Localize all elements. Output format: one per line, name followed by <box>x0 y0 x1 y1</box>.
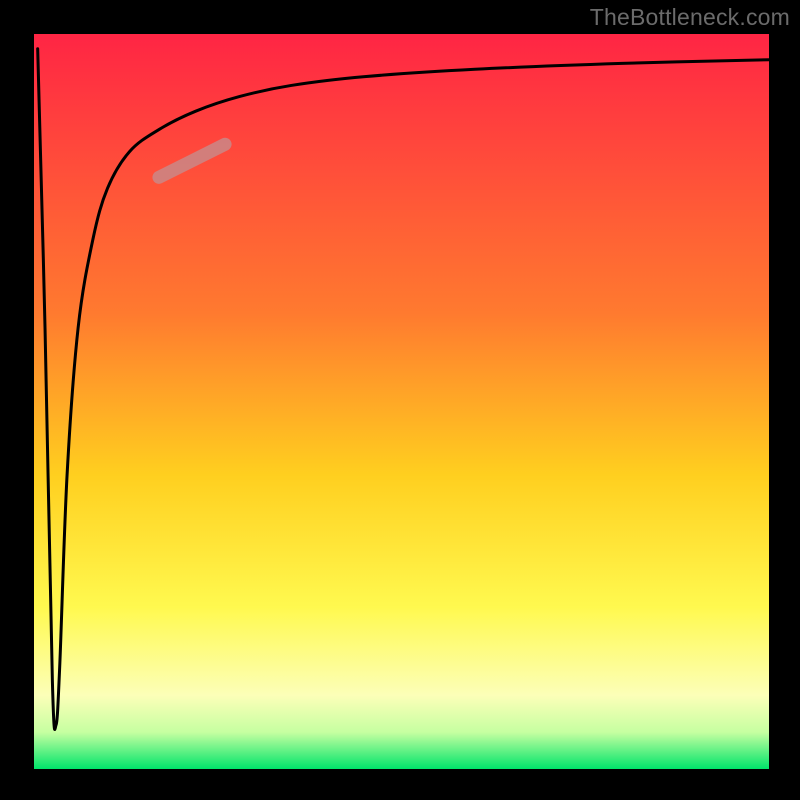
chart-container: TheBottleneck.com <box>0 0 800 800</box>
chart-background <box>34 34 769 769</box>
chart-svg <box>0 0 800 800</box>
